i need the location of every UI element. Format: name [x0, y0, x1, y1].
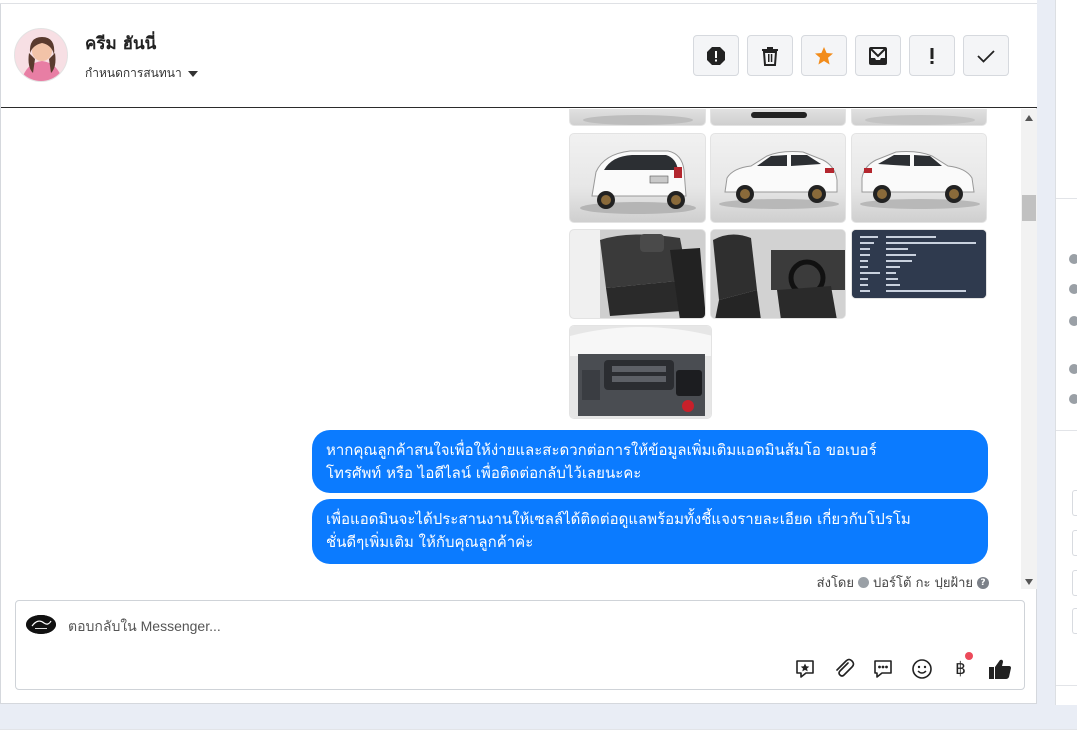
- message-line: หากคุณลูกค้าสนใจเพื่อให้ง่ายและสะดวกต่อก…: [326, 441, 877, 459]
- message-line: ชั่นดีๆเพิ่มเติม ให้กับคุณลูกค้าค่ะ: [326, 533, 534, 551]
- car-photo[interactable]: [569, 229, 706, 319]
- tag-icon: [1069, 316, 1077, 326]
- assign-label: กำหนดการสนทนา: [85, 66, 182, 80]
- panel-field[interactable]: [1072, 530, 1077, 556]
- car-side-image: [719, 151, 839, 209]
- trash-icon: [762, 46, 778, 66]
- paperclip-icon: [835, 658, 854, 677]
- payment-button[interactable]: ฿: [948, 652, 973, 681]
- panel-field[interactable]: [1072, 490, 1077, 516]
- header-actions: [693, 35, 1009, 76]
- sender-name[interactable]: ปอร์โต้ กะ ปุยฝ้าย: [873, 572, 973, 589]
- car-interior-front-image: [711, 230, 845, 318]
- chat-dots-icon: [873, 659, 892, 678]
- car-photo[interactable]: [569, 133, 706, 223]
- info-icon: [1069, 284, 1077, 294]
- page-logo: [26, 615, 56, 634]
- location-icon: [1069, 394, 1077, 404]
- avatar-image: [15, 29, 67, 81]
- contact-name: ครีม ฮันนี่: [85, 34, 157, 54]
- message-line: โทรศัพท์ หรือ ไอดีไลน์ เพื่อติดต่อกลับไว…: [326, 464, 642, 482]
- car-exterior-image: [751, 112, 807, 118]
- scroll-up-arrow-icon[interactable]: [1025, 115, 1033, 121]
- delete-button[interactable]: [747, 35, 793, 76]
- divider: [1056, 685, 1077, 686]
- car-photo[interactable]: [710, 109, 846, 126]
- panel-field[interactable]: [1072, 570, 1077, 596]
- important-button[interactable]: [909, 35, 955, 76]
- reply-composer: ฿: [15, 600, 1025, 690]
- divider: [1056, 430, 1077, 431]
- star-icon: [815, 46, 833, 64]
- baht-icon: ฿: [955, 658, 966, 679]
- mark-done-button[interactable]: [963, 35, 1009, 76]
- sent-by-info: ส่งโดย ปอร์โต้ กะ ปุยฝ้าย ?: [817, 572, 989, 589]
- saved-reply-button[interactable]: [792, 656, 817, 681]
- car-photo[interactable]: [569, 109, 706, 126]
- help-icon[interactable]: ?: [977, 576, 989, 589]
- car-photo[interactable]: [710, 229, 846, 319]
- smiley-icon: [911, 658, 932, 679]
- assign-conversation-dropdown[interactable]: กำหนดการสนทนา: [85, 64, 198, 83]
- spam-octagon-icon: [707, 46, 725, 65]
- page-logo-image: [26, 615, 56, 634]
- car-photo[interactable]: [851, 109, 987, 126]
- message-line: เพื่อแอดมินจะได้ประสานงานให้เซลล์ได้ติดต…: [326, 510, 911, 528]
- car-photo[interactable]: [851, 133, 987, 223]
- divider: [1056, 198, 1077, 199]
- car-interior-rear-seat-image: [570, 230, 705, 318]
- message-bubble[interactable]: เพื่อแอดมินจะได้ประสานงานให้เซลล์ได้ติดต…: [312, 499, 988, 564]
- spam-button[interactable]: [693, 35, 739, 76]
- mail-archive-icon: [869, 46, 887, 65]
- car-exterior-image: [583, 115, 693, 125]
- star-button[interactable]: [801, 35, 847, 76]
- caret-down-icon: [187, 70, 198, 77]
- archive-button[interactable]: [855, 35, 901, 76]
- right-details-panel: [1055, 0, 1077, 705]
- sent-by-label: ส่งโดย: [816, 576, 854, 589]
- clock-icon: [1069, 254, 1077, 264]
- document-image: [852, 230, 986, 298]
- contact-avatar[interactable]: [14, 28, 68, 82]
- emoji-button[interactable]: [909, 656, 934, 681]
- scroll-thumb[interactable]: [1022, 195, 1036, 221]
- thread-scrollbar[interactable]: [1021, 109, 1037, 589]
- quick-reply-button[interactable]: [870, 656, 895, 681]
- document-photo[interactable]: [851, 229, 987, 299]
- car-exterior-image: [865, 115, 975, 125]
- thumbs-up-icon: [988, 659, 1011, 679]
- message-thread: หากคุณลูกค้าสนใจเพื่อให้ง่ายและสะดวกต่อก…: [1, 109, 1021, 589]
- saved-reply-star-icon: [795, 659, 814, 678]
- exclamation-icon: [930, 47, 934, 64]
- location-icon: [1069, 364, 1077, 374]
- panel-field[interactable]: [1072, 608, 1077, 634]
- car-rear-image: [580, 150, 696, 214]
- car-photo[interactable]: [710, 133, 846, 223]
- checkmark-icon: [977, 49, 995, 63]
- verified-icon: [858, 577, 869, 588]
- conversation-panel: ครีม ฮันนี่ กำหนดการสนทนา หากคุณลูกค้าสน…: [0, 4, 1037, 704]
- bottom-band: [0, 729, 1077, 735]
- composer-tools: ฿: [792, 652, 1012, 681]
- car-photo[interactable]: [569, 325, 712, 419]
- reply-input[interactable]: [68, 618, 968, 634]
- like-button[interactable]: [987, 656, 1012, 681]
- car-side-image: [860, 151, 980, 209]
- notification-dot: [965, 652, 973, 660]
- message-bubble[interactable]: หากคุณลูกค้าสนใจเพื่อให้ง่ายและสะดวกต่อก…: [312, 430, 988, 493]
- conversation-header: ครีม ฮันนี่ กำหนดการสนทนา: [1, 4, 1037, 108]
- car-engine-image: [570, 326, 711, 418]
- attachment-button[interactable]: [831, 656, 856, 681]
- scroll-down-arrow-icon[interactable]: [1025, 579, 1033, 585]
